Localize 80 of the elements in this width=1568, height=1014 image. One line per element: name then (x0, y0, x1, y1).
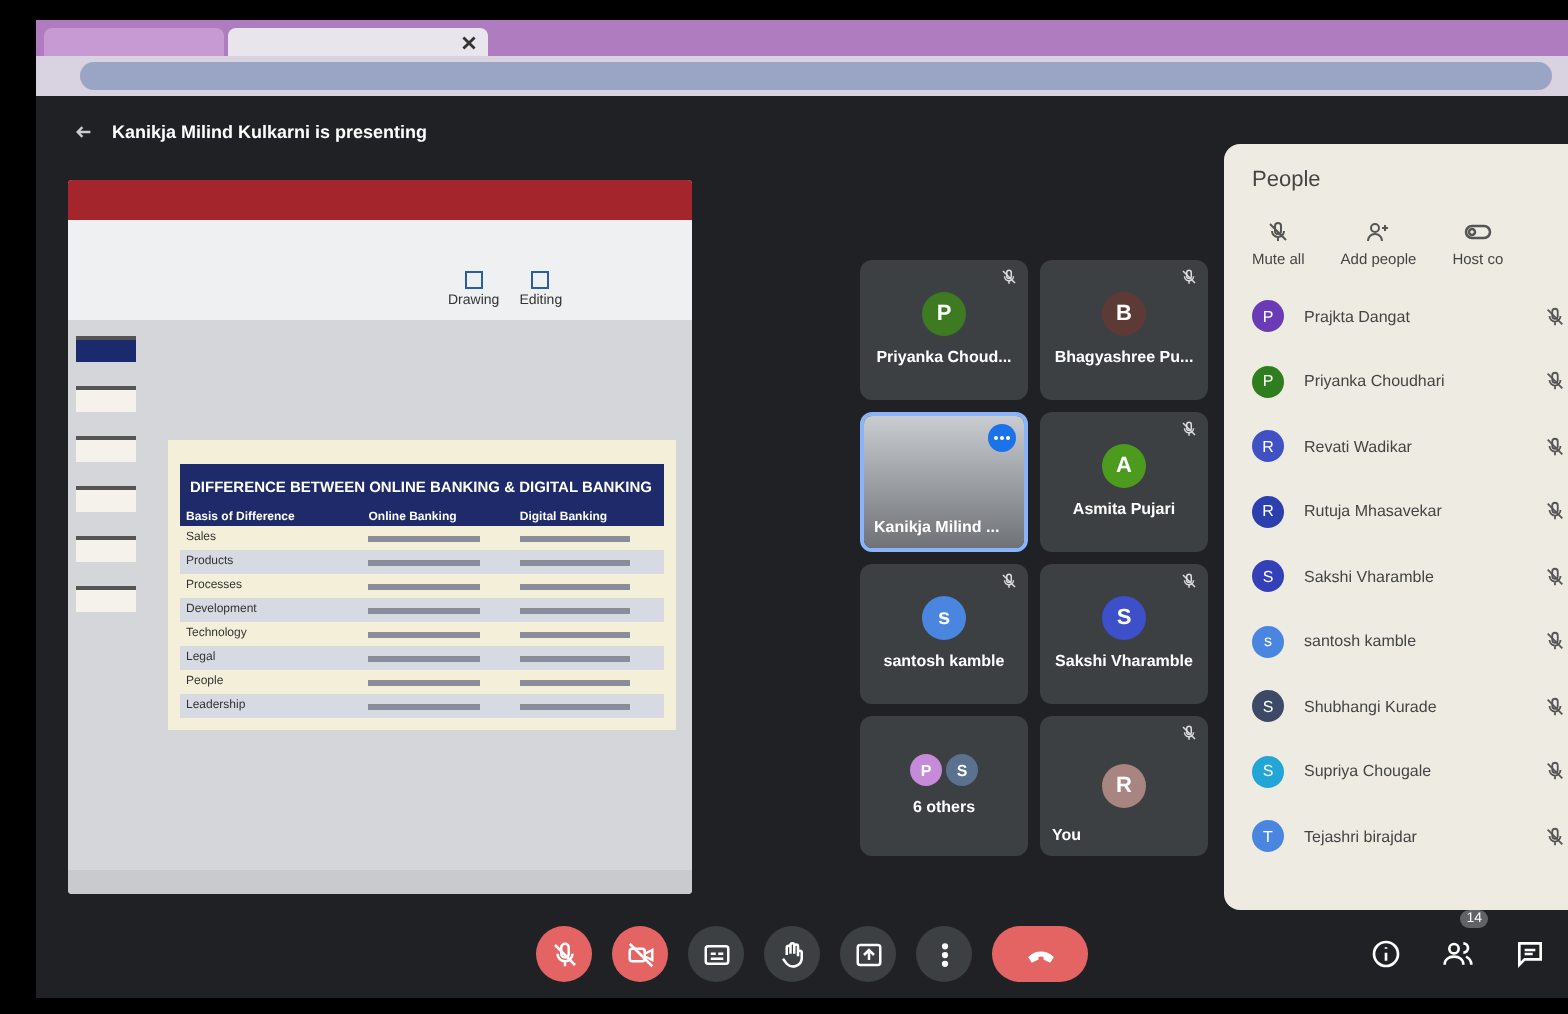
camera-off-icon (625, 939, 655, 969)
participant-name: Kanikja Milind ... (874, 517, 1000, 535)
participant-name: santosh kamble (883, 652, 1005, 670)
avatar: A (1102, 444, 1146, 488)
toggle-icon (1463, 220, 1492, 244)
blurred-text (368, 583, 480, 589)
participant-name: Priyanka Choud... (876, 348, 1012, 366)
hand-icon (777, 939, 807, 969)
avatar: R (1102, 763, 1146, 807)
avatar: S (1252, 690, 1284, 723)
slide-thumbnail[interactable] (76, 486, 136, 512)
slide-thumbnail[interactable] (76, 436, 136, 462)
blurred-text (368, 607, 480, 613)
captions-button[interactable] (688, 926, 744, 982)
participant-name: Revati Wadikar (1304, 437, 1414, 456)
blurred-text (519, 559, 631, 565)
avatar: T (1252, 820, 1284, 853)
participant-name: Sakshi Vharamble (1055, 652, 1193, 670)
avatar: S (1102, 596, 1146, 640)
people-icon (1442, 938, 1474, 970)
blurred-text (519, 607, 631, 613)
arrow-icon[interactable] (76, 124, 92, 140)
hang-up-button[interactable] (992, 926, 1088, 982)
avatar: R (1252, 430, 1284, 463)
avatar: P (1252, 300, 1284, 333)
more-vertical-button[interactable] (916, 926, 972, 982)
avatar: B (1102, 292, 1146, 336)
participant-name: Bhagyashree Pu... (1054, 348, 1194, 366)
blurred-text (368, 559, 480, 565)
participant-name: Priyanka Choudhari (1304, 372, 1447, 391)
blurred-text (519, 583, 631, 589)
blurred-text (519, 535, 631, 541)
avatar: S (1252, 560, 1284, 593)
avatar: P (922, 292, 966, 336)
blurred-text (368, 655, 480, 661)
participant-name: You (1052, 825, 1082, 843)
blurred-text (368, 631, 480, 637)
slide-thumbnail[interactable] (76, 586, 136, 612)
slide-thumbnail[interactable] (76, 536, 136, 562)
avatar: S (946, 754, 978, 786)
participant-name: Supriya Chougale (1304, 762, 1434, 781)
avatar: s (1252, 625, 1284, 658)
ribbon-icon (530, 270, 551, 290)
blurred-text (368, 535, 480, 541)
chat-icon (1514, 938, 1546, 970)
present-screen-icon (853, 939, 883, 969)
info-icon (1370, 938, 1402, 970)
close-icon[interactable] (462, 35, 476, 49)
avatar: s (922, 596, 966, 640)
add-person-icon (1366, 220, 1391, 244)
presenter-text: Kanikja Milind Kulkarni is presenting (112, 122, 428, 142)
slide-thumbnail[interactable] (76, 386, 136, 412)
blurred-text (519, 679, 631, 685)
avatar: P (910, 754, 942, 786)
blurred-text (519, 655, 631, 661)
participant-name: Rutuja Mhasavekar (1304, 502, 1444, 521)
muted-mic-button[interactable] (536, 926, 592, 982)
participant-name: Prajkta Dangat (1304, 307, 1412, 326)
participant-name: Tejashri birajdar (1304, 827, 1419, 846)
participant-name: Asmita Pujari (1072, 500, 1176, 518)
blurred-text (368, 703, 480, 709)
participant-name: Sakshi Vharamble (1304, 567, 1436, 586)
captions-icon (701, 939, 731, 969)
ribbon-icon (463, 270, 484, 290)
muted-mic-icon (549, 939, 579, 969)
blurred-text (519, 631, 631, 637)
participant-name: Shubhangi Kurade (1304, 697, 1439, 716)
hand-button[interactable] (764, 926, 820, 982)
panel-title: People (1252, 168, 1323, 192)
blurred-text (519, 703, 631, 709)
participant-name: santosh kamble (1304, 632, 1419, 651)
avatar: S (1252, 755, 1284, 788)
avatar: R (1252, 495, 1284, 528)
slide-thumbnail[interactable] (76, 336, 136, 362)
mute-all-icon (1266, 220, 1291, 244)
present-screen-button[interactable] (840, 926, 896, 982)
camera-off-button[interactable] (612, 926, 668, 982)
avatar: P (1252, 365, 1284, 398)
blurred-text (368, 679, 480, 685)
participant-name: 6 others (912, 798, 976, 816)
